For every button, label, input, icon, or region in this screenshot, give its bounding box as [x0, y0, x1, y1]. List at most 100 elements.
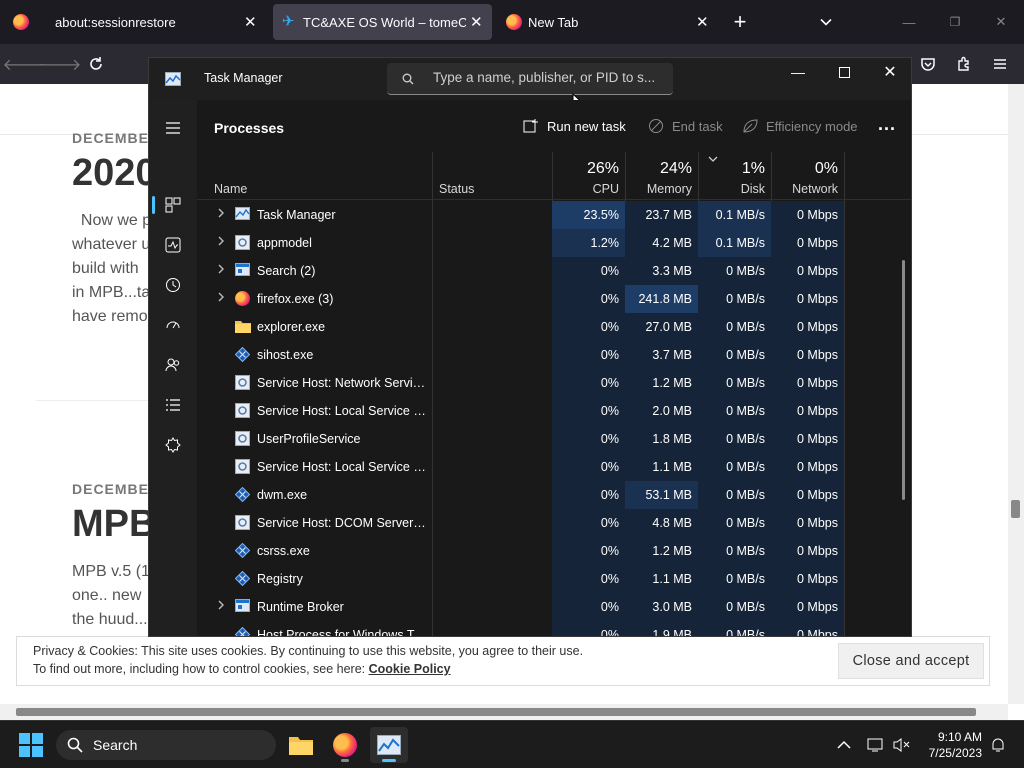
- column-disk[interactable]: Disk: [698, 182, 765, 196]
- expand-chevron-icon[interactable]: [217, 599, 225, 614]
- minimize-button[interactable]: —: [775, 58, 821, 86]
- taskbar-clock[interactable]: 9:10 AM 7/25/2023: [920, 729, 982, 761]
- task-manager-taskbar-button[interactable]: [370, 727, 408, 763]
- run-new-task-button[interactable]: Run new task: [523, 118, 626, 134]
- cookie-notice-text: Privacy & Cookies: This site uses cookie…: [33, 644, 584, 658]
- new-tab-button[interactable]: +: [722, 0, 758, 44]
- expand-chevron-icon[interactable]: [217, 263, 225, 278]
- column-name[interactable]: Name: [214, 182, 247, 196]
- network-total[interactable]: 0%: [771, 160, 838, 178]
- back-button[interactable]: 🡐: [3, 44, 46, 84]
- process-name: appmodel: [257, 236, 312, 250]
- extensions-button[interactable]: [948, 44, 980, 84]
- details-icon[interactable]: [161, 393, 185, 417]
- process-net-value: 0 Mbps: [771, 621, 844, 636]
- active-indicator: [382, 759, 396, 762]
- process-row[interactable]: Search (2) 0% 3.3 MB 0 MB/s 0 Mbps: [197, 257, 911, 285]
- close-icon[interactable]: ✕: [470, 13, 483, 31]
- firefox-icon: [235, 291, 250, 306]
- tab-new-tab[interactable]: New Tab ✕: [496, 0, 720, 44]
- process-row[interactable]: UserProfileService 0% 1.8 MB 0 MB/s 0 Mbps: [197, 425, 911, 453]
- scrollbar-thumb[interactable]: [16, 708, 976, 716]
- services-icon[interactable]: [161, 433, 185, 457]
- process-list-scrollbar[interactable]: [902, 260, 905, 500]
- window-close-button[interactable]: ✕: [978, 0, 1024, 44]
- app-history-icon[interactable]: [161, 273, 185, 297]
- efficiency-mode-button[interactable]: Efficiency mode: [742, 118, 858, 134]
- taskbar-search[interactable]: Search: [56, 730, 276, 760]
- app-menu-button[interactable]: [984, 44, 1016, 84]
- gear-icon: [235, 403, 250, 418]
- firefox-taskbar-button[interactable]: [326, 727, 364, 763]
- process-row[interactable]: Task Manager 23.5% 23.7 MB 0.1 MB/s 0 Mbps: [197, 201, 911, 229]
- window-restore-button[interactable]: ❐: [932, 0, 978, 44]
- firefox-menu-tab[interactable]: [0, 0, 42, 44]
- process-row[interactable]: Service Host: Local Service (N... 0% 2.0 M…: [197, 397, 911, 425]
- column-memory[interactable]: Memory: [625, 182, 692, 196]
- close-icon[interactable]: ✕: [696, 13, 709, 31]
- post-title[interactable]: MPB: [72, 503, 156, 546]
- expand-chevron-icon[interactable]: [217, 207, 225, 222]
- close-icon[interactable]: ✕: [244, 13, 257, 31]
- post-title[interactable]: 2020: [72, 152, 157, 195]
- process-row[interactable]: Host Process for Windows Tasks 0% 1.9 MB 0 …: [197, 621, 911, 636]
- close-button[interactable]: ✕: [867, 58, 911, 86]
- process-row[interactable]: appmodel 1.2% 4.2 MB 0.1 MB/s 0 Mbps: [197, 229, 911, 257]
- search-box[interactable]: [387, 63, 673, 95]
- search-input[interactable]: [433, 70, 663, 85]
- tab-session-restore[interactable]: about:sessionrestore ✕: [44, 0, 269, 44]
- expand-chevron-icon[interactable]: [217, 291, 225, 306]
- process-disk-value: 0 MB/s: [698, 621, 771, 636]
- task-manager-window: Task Manager — ✕: [148, 57, 912, 637]
- process-row[interactable]: explorer.exe 0% 27.0 MB 0 MB/s 0 Mbps: [197, 313, 911, 341]
- process-row[interactable]: Service Host: Network Service ... 0% 1.2 M…: [197, 369, 911, 397]
- volume-button[interactable]: [886, 727, 918, 763]
- window-minimize-button[interactable]: —: [886, 0, 932, 44]
- tab-tcaxe[interactable]: ✈ TC&AXE OS World – tomeCar & AXE ✕: [273, 4, 492, 40]
- process-row[interactable]: dwm.exe 0% 53.1 MB 0 MB/s 0 Mbps: [197, 481, 911, 509]
- column-cpu[interactable]: CPU: [552, 182, 619, 196]
- gear-icon: [235, 515, 250, 530]
- pocket-button[interactable]: [912, 44, 944, 84]
- expand-chevron-icon[interactable]: [217, 235, 225, 250]
- process-name: Task Manager: [257, 208, 336, 222]
- close-and-accept-button[interactable]: Close and accept: [838, 643, 984, 679]
- cookie-policy-link[interactable]: Cookie Policy: [369, 662, 451, 676]
- process-row[interactable]: firefox.exe (3) 0% 241.8 MB 0 MB/s 0 Mbps: [197, 285, 911, 313]
- start-button[interactable]: [12, 727, 50, 763]
- show-hidden-icons-button[interactable]: [826, 727, 862, 763]
- process-row[interactable]: Runtime Broker 0% 3.0 MB 0 MB/s 0 Mbps: [197, 593, 911, 621]
- reload-button[interactable]: [80, 44, 112, 84]
- memory-total[interactable]: 24%: [625, 160, 692, 178]
- process-disk-value: 0 MB/s: [698, 593, 771, 621]
- process-row[interactable]: csrss.exe 0% 1.2 MB 0 MB/s 0 Mbps: [197, 537, 911, 565]
- process-name: Search (2): [257, 264, 316, 278]
- more-options-button[interactable]: ...: [878, 114, 896, 135]
- forward-button[interactable]: 🡒: [39, 44, 82, 84]
- processes-icon[interactable]: [161, 193, 185, 217]
- notifications-button[interactable]: [984, 727, 1012, 763]
- maximize-button[interactable]: [821, 58, 867, 86]
- file-explorer-button[interactable]: [282, 727, 320, 763]
- hamburger-icon[interactable]: [161, 116, 185, 140]
- process-row[interactable]: Service Host: DCOM Server Pr... 0% 4.8 MB 0…: [197, 509, 911, 537]
- browser-tab-bar: about:sessionrestore ✕ ✈ TC&AXE OS World…: [0, 0, 1024, 44]
- users-icon[interactable]: [161, 353, 185, 377]
- process-mem-value: 27.0 MB: [625, 313, 698, 341]
- end-task-button[interactable]: End task: [648, 118, 723, 134]
- page-vertical-scrollbar[interactable]: [1008, 84, 1024, 704]
- process-mem-value: 53.1 MB: [625, 481, 698, 509]
- process-row[interactable]: sihost.exe 0% 3.7 MB 0 MB/s 0 Mbps: [197, 341, 911, 369]
- startup-apps-icon[interactable]: [161, 313, 185, 337]
- process-net-value: 0 Mbps: [771, 369, 844, 397]
- column-network[interactable]: Network: [771, 182, 838, 196]
- process-row[interactable]: Registry 0% 1.1 MB 0 MB/s 0 Mbps: [197, 565, 911, 593]
- column-status[interactable]: Status: [439, 182, 474, 196]
- task-manager-titlebar[interactable]: Task Manager — ✕: [149, 58, 911, 111]
- process-row[interactable]: Service Host: Local Service (N... 0% 1.1 M…: [197, 453, 911, 481]
- disk-total[interactable]: 1%: [698, 160, 765, 178]
- scrollbar-thumb[interactable]: [1011, 500, 1020, 518]
- performance-icon[interactable]: [161, 233, 185, 257]
- tab-list-button[interactable]: [808, 0, 844, 44]
- cpu-total[interactable]: 26%: [552, 160, 619, 178]
